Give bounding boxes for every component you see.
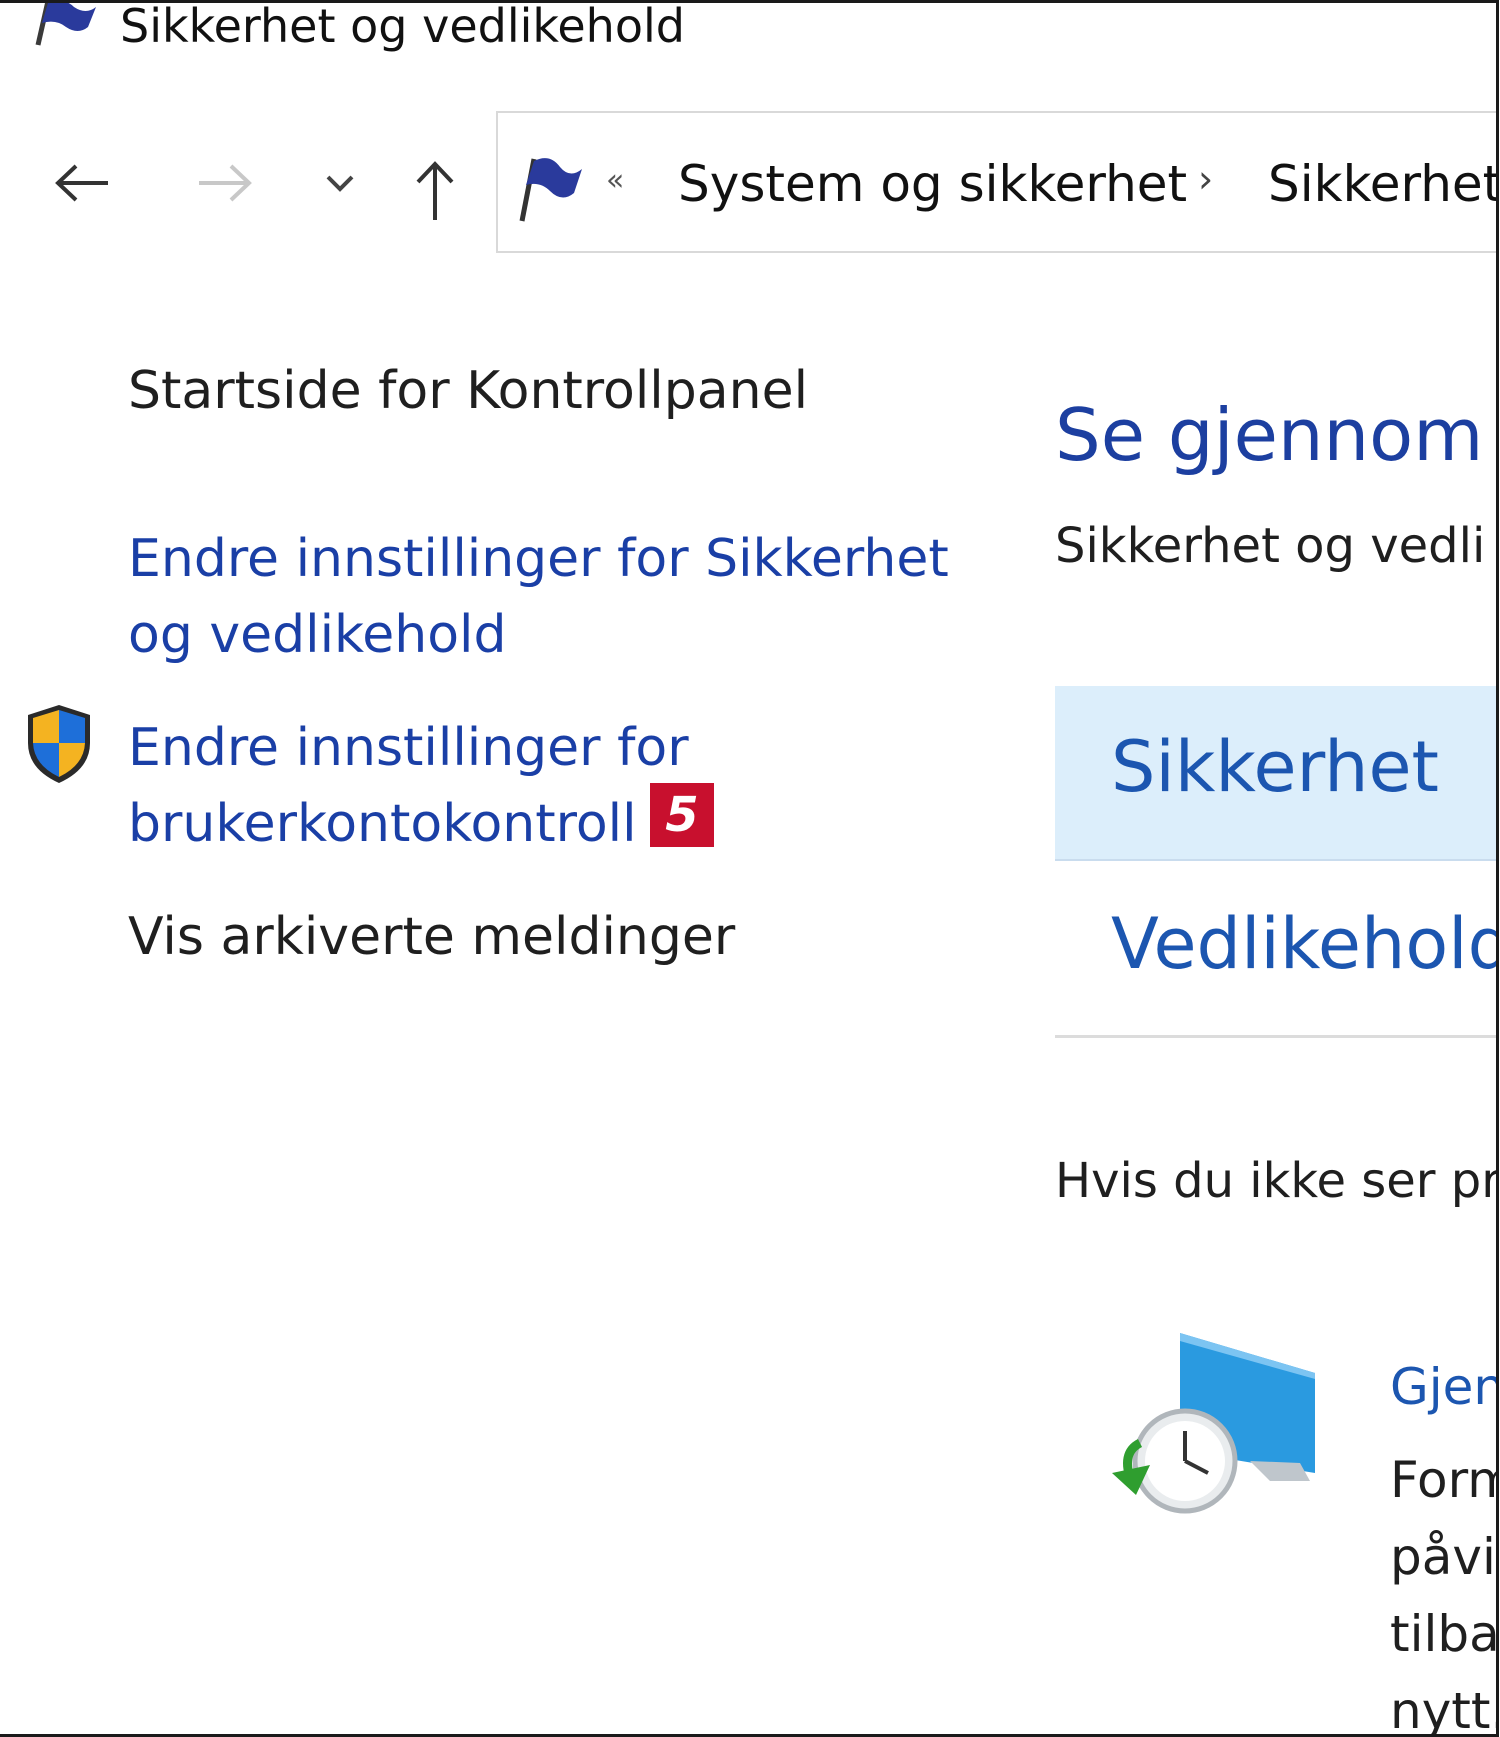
breadcrumb-system-security[interactable]: System og sikkerhet: [678, 155, 1187, 213]
window-title: Sikkerhet og vedlikehold: [120, 0, 685, 53]
page-title: Se gjennom n: [1055, 393, 1496, 477]
maintenance-section-header[interactable]: Vedlikehold: [1055, 863, 1499, 1038]
change-uac-line1: Endre innstillinger for: [128, 718, 689, 778]
breadcrumb-overflow[interactable]: «: [606, 163, 624, 198]
flag-icon: [35, 3, 96, 46]
forward-arrow-icon[interactable]: [195, 158, 257, 208]
breadcrumb-separator[interactable]: ›: [1198, 157, 1213, 201]
recovery-desc-line: tilba: [1390, 1605, 1499, 1663]
recovery-desc-line: påvi: [1390, 1528, 1496, 1586]
security-section-header[interactable]: Sikkerhet: [1055, 686, 1496, 861]
control-panel-home-link[interactable]: Startside for Kontrollpanel: [128, 353, 808, 429]
address-bar[interactable]: « System og sikkerhet › Sikkerhet: [496, 111, 1496, 253]
flag-icon: [519, 158, 582, 222]
title-bar: Sikkerhet og vedlikehold: [0, 0, 1496, 53]
security-section-label: Sikkerhet: [1111, 726, 1439, 808]
recovery-desc-line: Form: [1390, 1451, 1496, 1509]
back-arrow-icon[interactable]: [50, 158, 112, 208]
change-uac-settings-link[interactable]: Endre innstillinger for brukerkontokontr…: [128, 710, 689, 862]
change-uac-line2: brukerkontokontroll: [128, 794, 637, 854]
step-badge: 5: [650, 783, 714, 847]
change-security-settings-line2: og vedlikehold: [128, 605, 507, 665]
up-arrow-icon[interactable]: [410, 158, 460, 222]
change-security-settings-link[interactable]: Endre innstillinger for Sikkerhet og ved…: [128, 521, 949, 673]
view-archived-messages-link[interactable]: Vis arkiverte meldinger: [128, 899, 735, 975]
hint-text: Hvis du ikke ser pr: [1055, 1153, 1499, 1209]
recovery-desc-line: nytt.: [1390, 1682, 1499, 1737]
change-security-settings-line1: Endre innstillinger for Sikkerhet: [128, 529, 949, 589]
maintenance-section-label: Vedlikehold: [1111, 903, 1499, 985]
page-subtitle: Sikkerhet og vedli: [1055, 518, 1486, 574]
recovery-icon: [1112, 1333, 1315, 1514]
shield-icon: [28, 705, 90, 783]
recovery-link[interactable]: Gjen: [1390, 1358, 1496, 1416]
chevron-down-icon[interactable]: [322, 171, 358, 195]
breadcrumb-security[interactable]: Sikkerhet: [1268, 155, 1496, 213]
window: Sikkerhet og vedlikehold « System og sik…: [0, 0, 1499, 1737]
